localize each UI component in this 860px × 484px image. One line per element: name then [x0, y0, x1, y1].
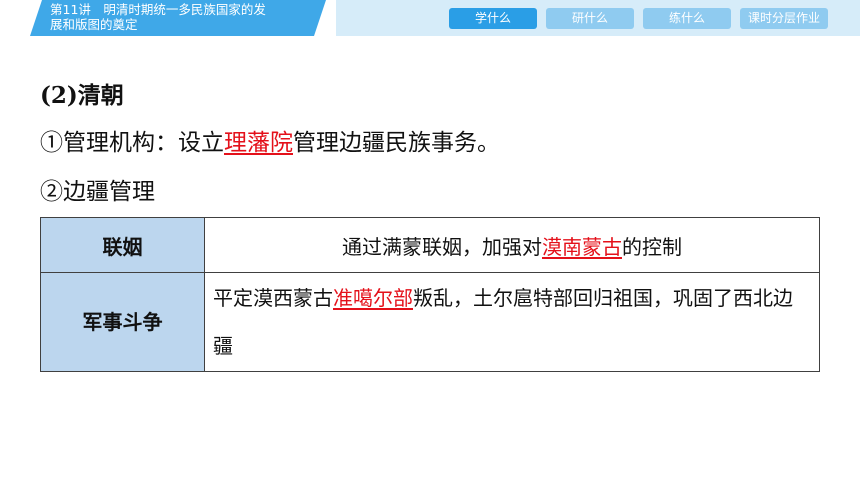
row-content-highlight: 准噶尔部 — [333, 286, 413, 310]
row-content-pre: 平定漠西蒙古 — [213, 286, 333, 310]
section-heading: (2)清朝 — [40, 82, 124, 109]
point-management-prefix: ①管理机构：设立 — [40, 130, 224, 156]
row-content-military: 平定漠西蒙古准噶尔部叛乱，土尔扈特部回归祖国，巩固了西北边疆 — [204, 272, 820, 372]
tab-practice[interactable]: 练什么 — [643, 8, 731, 29]
tab-learn[interactable]: 学什么 — [449, 8, 537, 29]
top-bar: 第11讲 明清时期统一多民族国家的发 展和版图的奠定 学什么 研什么 练什么 课… — [0, 0, 860, 36]
table-row: 联姻 通过满蒙联姻，加强对漠南蒙古的控制 — [40, 217, 820, 273]
tab-homework[interactable]: 课时分层作业 — [740, 8, 828, 29]
lesson-title: 第11讲 明清时期统一多民族国家的发 展和版图的奠定 — [50, 2, 266, 32]
point-management: ①管理机构：设立理藩院管理边疆民族事务。 — [40, 123, 500, 157]
row-content-pre: 通过满蒙联姻，加强对 — [342, 234, 542, 259]
point-management-highlight: 理藩院 — [224, 130, 293, 156]
row-content-marriage: 通过满蒙联姻，加强对漠南蒙古的控制 — [204, 217, 820, 273]
row-label-marriage: 联姻 — [40, 217, 205, 273]
frontier-table: 联姻 通过满蒙联姻，加强对漠南蒙古的控制 军事斗争 平定漠西蒙古准噶尔部叛乱，土… — [40, 217, 820, 372]
point-management-suffix: 管理边疆民族事务。 — [293, 130, 500, 156]
row-content-highlight: 漠南蒙古 — [542, 234, 622, 259]
tab-research[interactable]: 研什么 — [546, 8, 634, 29]
table-row: 军事斗争 平定漠西蒙古准噶尔部叛乱，土尔扈特部回归祖国，巩固了西北边疆 — [40, 272, 820, 372]
row-content-post: 的控制 — [622, 234, 682, 259]
point-frontier: ②边疆管理 — [40, 179, 155, 205]
row-label-military: 军事斗争 — [40, 272, 205, 372]
